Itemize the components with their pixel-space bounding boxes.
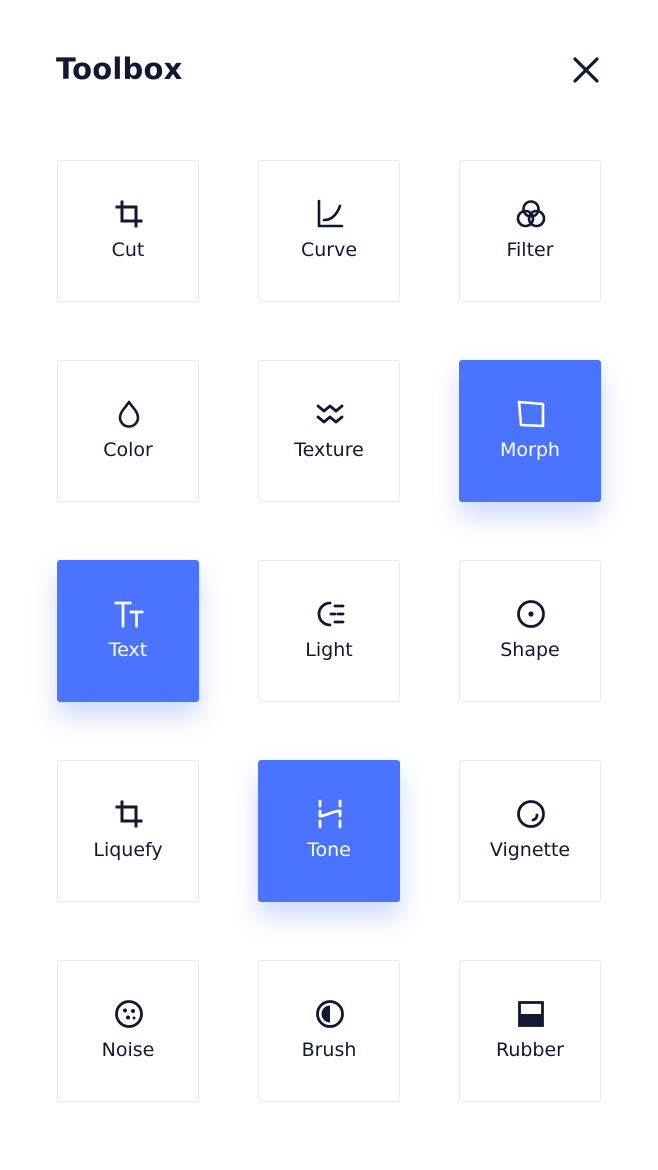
tool-label: Cut — [111, 239, 145, 261]
tool-cut[interactable]: Cut — [57, 160, 199, 302]
filter-circles-icon — [515, 198, 547, 230]
tool-rubber[interactable]: Rubber — [459, 960, 601, 1102]
tool-label: Morph — [500, 439, 560, 461]
text-size-icon — [113, 598, 145, 630]
tool-label: Shape — [500, 639, 560, 661]
tool-tone[interactable]: Tone — [258, 760, 400, 902]
close-button[interactable] — [570, 54, 602, 86]
noise-icon — [113, 998, 145, 1030]
tool-label: Rubber — [495, 1039, 564, 1061]
crop-icon — [113, 198, 145, 230]
tool-brush[interactable]: Brush — [258, 960, 400, 1102]
tool-light[interactable]: Light — [258, 560, 400, 702]
tool-label: Brush — [301, 1039, 357, 1061]
tool-noise[interactable]: Noise — [57, 960, 199, 1102]
light-icon — [314, 598, 346, 630]
tool-label: Texture — [294, 439, 364, 461]
tool-label: Liquefy — [93, 839, 163, 861]
close-icon — [573, 57, 599, 83]
tool-filter[interactable]: Filter — [459, 160, 601, 302]
tool-texture[interactable]: Texture — [258, 360, 400, 502]
tool-label: Text — [108, 639, 148, 661]
vignette-icon — [515, 798, 547, 830]
tool-color[interactable]: Color — [57, 360, 199, 502]
rubber-icon — [515, 998, 547, 1030]
tool-shape[interactable]: Shape — [459, 560, 601, 702]
tool-label: Vignette — [489, 839, 571, 861]
tool-label: Light — [305, 639, 353, 661]
tool-label: Noise — [101, 1039, 155, 1061]
tool-liquefy[interactable]: Liquefy — [57, 760, 199, 902]
tool-vignette[interactable]: Vignette — [459, 760, 601, 902]
tool-text[interactable]: Text — [57, 560, 199, 702]
skewed-square-icon — [515, 398, 547, 430]
zigzag-icon — [314, 398, 346, 430]
tool-morph[interactable]: Morph — [459, 360, 601, 502]
tool-label: Tone — [307, 839, 351, 861]
curve-icon — [314, 198, 346, 230]
tool-curve[interactable]: Curve — [258, 160, 400, 302]
droplet-icon — [113, 398, 145, 430]
toolbox-header: Toolbox — [56, 48, 602, 92]
page-title: Toolbox — [56, 52, 183, 86]
tool-label: Color — [103, 439, 153, 461]
crop-icon — [113, 798, 145, 830]
tone-icon — [314, 798, 346, 830]
tool-label: Filter — [506, 239, 554, 261]
half-circle-icon — [314, 998, 346, 1030]
target-circle-icon — [515, 598, 547, 630]
tool-label: Curve — [300, 239, 358, 261]
